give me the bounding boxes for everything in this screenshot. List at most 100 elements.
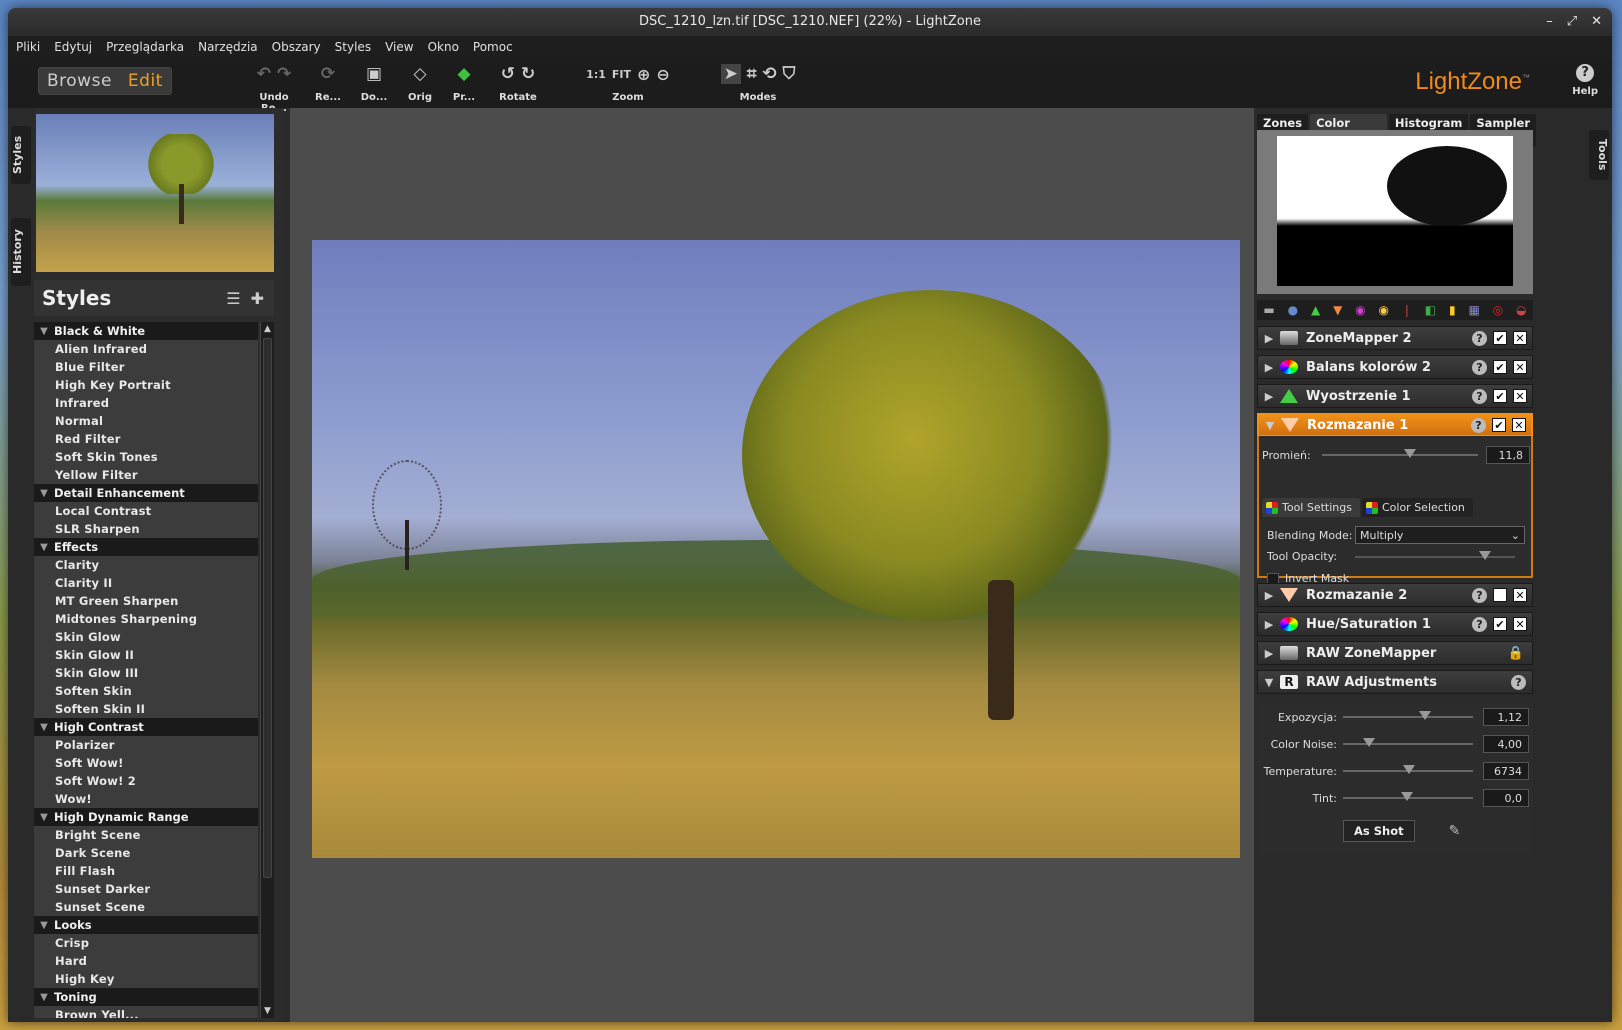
zoom-fit-button[interactable]: FIT [612, 68, 631, 81]
temperature-slider[interactable] [1343, 765, 1473, 774]
styles-scrollbar[interactable]: ▲ ▼ [260, 322, 274, 1018]
style-category[interactable]: ▼ Effects [34, 538, 258, 556]
menu-przegladarka[interactable]: Przeglądarka [106, 40, 184, 54]
zoom-in-icon[interactable]: ⊕ [637, 65, 650, 84]
collapse-icon[interactable]: ▼ [1258, 676, 1280, 689]
tool-rozmazanie-1[interactable]: ▼ Rozmazanie 1 ? ✔ ✕ [1257, 413, 1533, 437]
style-item[interactable]: Midtones Sharpening [34, 610, 258, 628]
blur-tool-icon[interactable]: ▼ [1333, 303, 1342, 317]
zoom-1-1-button[interactable]: 1:1 [586, 68, 606, 81]
blending-select[interactable]: Multiply ⌄ [1355, 526, 1525, 544]
remove-icon[interactable]: ✕ [1513, 389, 1527, 403]
enable-checkbox[interactable]: ✔ [1493, 389, 1507, 403]
scroll-thumb[interactable] [263, 338, 272, 878]
style-item[interactable]: Soften Skin [34, 682, 258, 700]
radius-value[interactable]: 11,8 [1486, 446, 1530, 464]
expand-icon[interactable]: ▶ [1258, 589, 1280, 602]
tool-rozmazanie-2[interactable]: ▶ Rozmazanie 2 ? ✕ [1257, 583, 1533, 607]
style-item[interactable]: Brown Yell... [34, 1006, 258, 1018]
tab-history[interactable]: History [11, 218, 31, 286]
style-item[interactable]: Soft Wow! 2 [34, 772, 258, 790]
done-button[interactable]: ▣ Do... [356, 62, 392, 103]
tint-slider[interactable] [1343, 792, 1473, 801]
undo-icon[interactable]: ↶ [257, 64, 271, 84]
style-item[interactable]: Hard [34, 952, 258, 970]
style-item[interactable]: Polarizer [34, 736, 258, 754]
style-item[interactable]: Wow! [34, 790, 258, 808]
zonemapper-tool-icon[interactable]: ▬ [1263, 303, 1274, 317]
bw-tool-icon[interactable]: ◧ [1425, 303, 1436, 317]
style-item[interactable]: Blue Filter [34, 358, 258, 376]
clone-tool-icon[interactable]: ▮ [1449, 303, 1456, 317]
tool-wyostrzenie-1[interactable]: ▶ Wyostrzenie 1 ? ✔ ✕ [1257, 384, 1533, 408]
reset-button[interactable]: ⟳ Re... [310, 62, 346, 103]
style-item[interactable]: Bright Scene [34, 826, 258, 844]
style-item[interactable]: Clarity II [34, 574, 258, 592]
add-style-icon[interactable]: ✚ [251, 289, 264, 308]
temperature-value[interactable]: 6734 [1483, 762, 1529, 780]
style-item[interactable]: Skin Glow II [34, 646, 258, 664]
rotate-left-icon[interactable]: ↺ [501, 64, 515, 84]
help-icon[interactable]: ? [1472, 330, 1487, 346]
hue-sat-tool-icon[interactable]: ◉ [1379, 303, 1389, 317]
arrow-mode-icon[interactable]: ➤ [720, 64, 741, 84]
radius-slider[interactable] [1322, 449, 1478, 458]
help-icon[interactable]: ? [1472, 388, 1487, 404]
help-icon[interactable]: ? [1472, 359, 1487, 375]
tool-zonemapper-2[interactable]: ▶ ZoneMapper 2 ? ✔ ✕ [1257, 326, 1533, 350]
style-item[interactable]: Local Contrast [34, 502, 258, 520]
remove-icon[interactable]: ✕ [1513, 331, 1527, 345]
menu-styles[interactable]: Styles [335, 40, 371, 54]
rotate-group[interactable]: ↺ ↻ Rotate [494, 62, 542, 103]
color-noise-slider[interactable] [1343, 738, 1473, 747]
style-category[interactable]: ▼ High Contrast [34, 718, 258, 736]
collapse-icon[interactable]: ▼ [34, 812, 54, 823]
menu-obszary[interactable]: Obszary [272, 40, 321, 54]
help-icon[interactable]: ? [1471, 417, 1486, 433]
collapse-icon[interactable]: ▼ [1259, 419, 1281, 432]
expand-icon[interactable]: ▶ [1258, 618, 1280, 631]
color-noise-value[interactable]: 4,00 [1483, 735, 1529, 753]
color-balance-tool-icon[interactable]: ◉ [1355, 303, 1365, 317]
style-item[interactable]: Sunset Scene [34, 898, 258, 916]
eyedropper-icon[interactable]: ✎ [1449, 823, 1461, 839]
rotate-right-icon[interactable]: ↻ [521, 64, 535, 84]
collapse-icon[interactable]: ▼ [34, 992, 54, 1003]
expand-icon[interactable]: ▶ [1258, 332, 1280, 345]
scroll-up-icon[interactable]: ▲ [261, 322, 274, 336]
style-item[interactable]: Sunset Darker [34, 880, 258, 898]
remove-icon[interactable]: ✕ [1513, 588, 1527, 602]
close-icon[interactable]: ✕ [1591, 8, 1602, 36]
style-item[interactable]: Clarity [34, 556, 258, 574]
exposure-value[interactable]: 1,12 [1483, 708, 1529, 726]
redo-icon[interactable]: ↷ [277, 64, 291, 84]
menu-view[interactable]: View [385, 40, 413, 54]
edited-photo[interactable] [312, 240, 1240, 858]
style-item[interactable]: Red Filter [34, 430, 258, 448]
enable-checkbox[interactable]: ✔ [1493, 331, 1507, 345]
collapse-icon[interactable]: ▼ [34, 920, 54, 931]
exposure-slider[interactable] [1343, 711, 1473, 720]
style-category[interactable]: ▼ Detail Enhancement [34, 484, 258, 502]
collapse-icon[interactable]: ▼ [34, 326, 54, 337]
tool-raw-zonemapper[interactable]: ▶ RAW ZoneMapper 🔒 [1257, 641, 1533, 665]
enable-checkbox[interactable]: ✔ [1493, 360, 1507, 374]
browse-button[interactable]: Browse [39, 68, 120, 94]
scroll-down-icon[interactable]: ▼ [261, 1004, 274, 1018]
tab-color-selection[interactable]: Color Selection [1361, 498, 1473, 517]
style-item[interactable]: Crisp [34, 934, 258, 952]
tint-value[interactable]: 0,0 [1483, 789, 1529, 807]
temperature-tool-icon[interactable]: ❘ [1402, 303, 1412, 317]
menu-pliki[interactable]: Pliki [16, 40, 40, 54]
style-category[interactable]: ▼ Looks [34, 916, 258, 934]
enable-checkbox[interactable]: ✔ [1493, 617, 1507, 631]
expand-icon[interactable]: ▶ [1258, 647, 1280, 660]
region-icon[interactable]: ⛉ [783, 64, 796, 84]
print-button[interactable]: ◆ Pr... [446, 62, 482, 103]
style-item[interactable]: Dark Scene [34, 844, 258, 862]
help-icon[interactable]: ? [1511, 674, 1526, 690]
help-icon[interactable]: ? [1472, 616, 1487, 632]
style-category[interactable]: ▼ Toning [34, 988, 258, 1006]
redeye-tool-icon[interactable]: ◎ [1493, 303, 1503, 317]
help-button[interactable]: ? Help [1572, 64, 1598, 97]
